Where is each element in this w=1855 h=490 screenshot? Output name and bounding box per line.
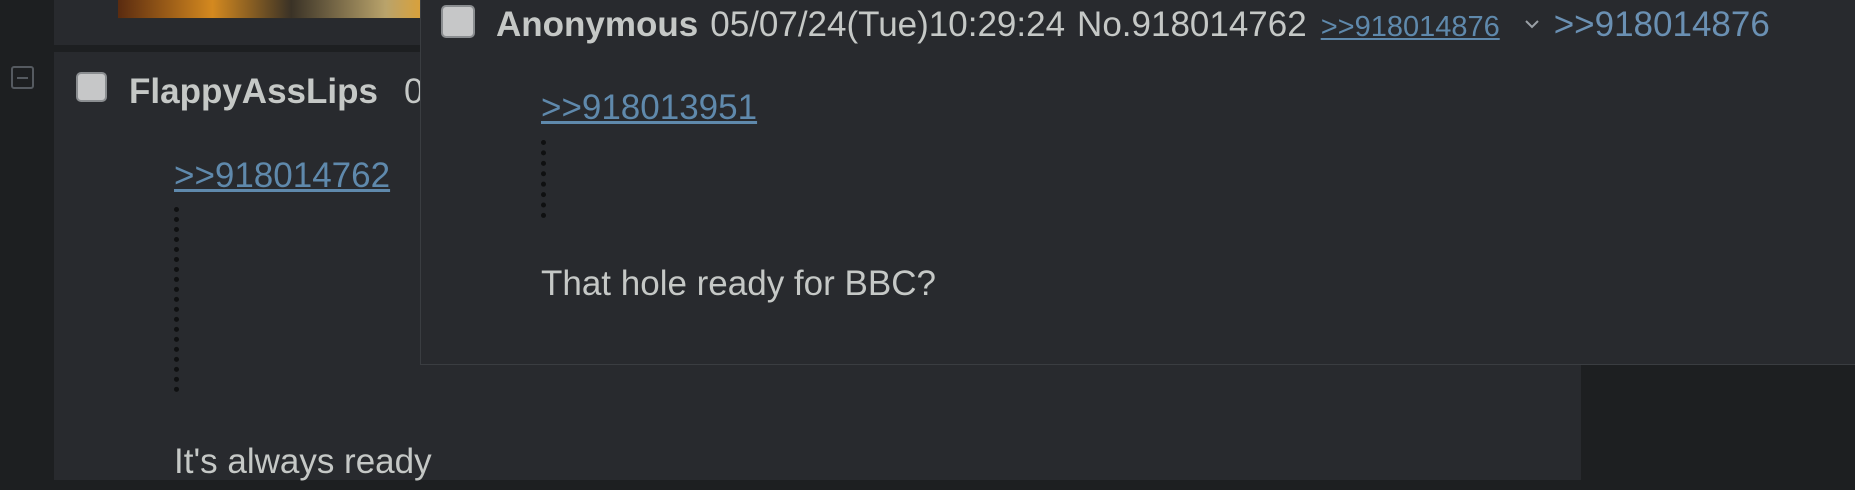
poster-name: Anonymous [496, 5, 699, 44]
post-select-checkbox[interactable] [76, 72, 107, 102]
quote-connector-dots [174, 207, 179, 392]
post-select-checkbox[interactable] [441, 5, 475, 38]
chevron-down-icon[interactable] [1524, 1, 1540, 29]
poster-name: FlappyAssLips [129, 72, 378, 111]
quote-link[interactable]: >>918014762 [174, 156, 390, 196]
backlink[interactable]: >>918014876 [1321, 11, 1500, 44]
quote-connector-dots [541, 140, 546, 218]
backlink-repeat[interactable]: >>918014876 [1554, 5, 1770, 45]
post-message: That hole ready for BBC? [541, 264, 936, 303]
post-header: Anonymous 05/07/24(Tue)10:29:24 No.91801… [496, 5, 1770, 45]
post-message: It's always ready [174, 442, 432, 481]
post-number-link[interactable]: No.918014762 [1077, 5, 1307, 45]
quote-preview-popup: Anonymous 05/07/24(Tue)10:29:24 No.91801… [420, 0, 1855, 365]
post-datetime: 05/07/24(Tue)10:29:24 [710, 5, 1066, 44]
minus-glyph [17, 76, 28, 79]
post-thumbnail-fragment[interactable] [118, 0, 433, 19]
collapse-toggle-icon[interactable] [11, 66, 34, 89]
quote-link[interactable]: >>918013951 [541, 88, 757, 128]
